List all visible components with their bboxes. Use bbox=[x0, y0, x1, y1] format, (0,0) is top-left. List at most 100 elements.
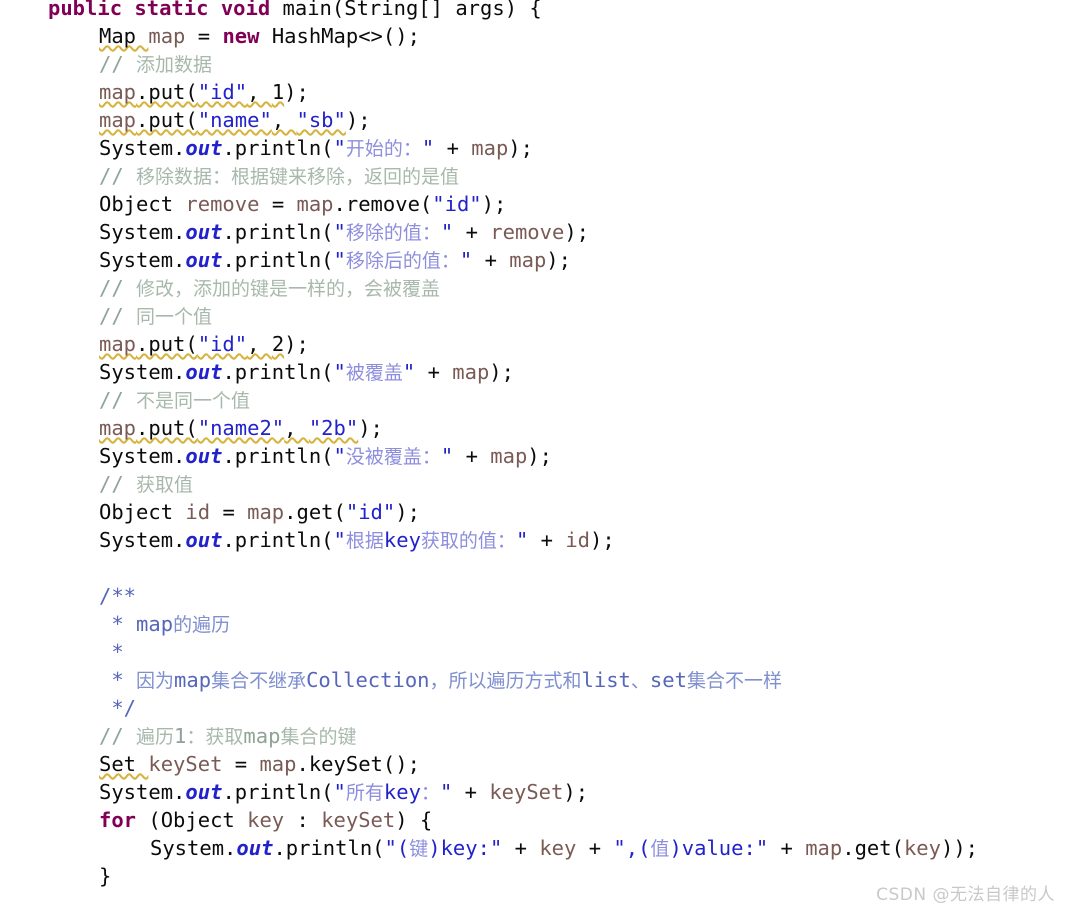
code-editor-viewport[interactable]: public static void main(String[] args) {… bbox=[0, 0, 1069, 913]
code-token-str: " bbox=[333, 780, 346, 804]
code-token-plain: + bbox=[465, 220, 491, 244]
code-line[interactable]: */ bbox=[0, 694, 1069, 722]
code-line[interactable]: // 同一个值 bbox=[0, 302, 1069, 330]
code-line[interactable]: * 因为map集合不继承Collection，所以遍历方式和list、set集合… bbox=[0, 666, 1069, 694]
code-token-fld: out bbox=[236, 836, 274, 860]
code-token-var: keySet bbox=[321, 808, 396, 832]
code-token-cmt: map bbox=[243, 724, 281, 748]
code-token-cmt: // bbox=[99, 52, 137, 76]
code-line[interactable]: * bbox=[0, 638, 1069, 666]
code-token-str: "2b" bbox=[308, 416, 359, 440]
code-token-var: map bbox=[509, 248, 547, 272]
code-token-plain: : bbox=[296, 808, 322, 832]
code-token-var: map bbox=[452, 360, 490, 384]
code-token-doc: * bbox=[99, 640, 124, 664]
code-token-cmt: // bbox=[99, 724, 137, 748]
code-token-plain: ); bbox=[395, 500, 420, 524]
code-token-str: "id" bbox=[197, 332, 248, 356]
code-token-plain: .println( bbox=[222, 780, 334, 804]
code-line[interactable]: // 添加数据 bbox=[0, 50, 1069, 78]
code-line[interactable]: System.out.println("开始的：" + map); bbox=[0, 134, 1069, 162]
code-token-plain: + bbox=[768, 836, 806, 860]
code-token-str-cjk: 没被覆盖： bbox=[345, 446, 441, 468]
code-line[interactable]: System.out.println("所有key：" + keySet); bbox=[0, 778, 1069, 806]
code-token-plain: .println( bbox=[222, 528, 334, 552]
code-token-cmt-cjk: 同一个值 bbox=[136, 306, 213, 328]
code-token-plain: ); bbox=[527, 444, 552, 468]
code-token-plain: + bbox=[446, 136, 472, 160]
code-line[interactable]: for (Object key : keySet) { bbox=[0, 806, 1069, 834]
code-token-plain: , bbox=[284, 416, 309, 440]
code-line[interactable]: System.out.println("根据key获取的值：" + id); bbox=[0, 526, 1069, 554]
code-token-cmt-cjk: 不是同一个值 bbox=[136, 390, 251, 412]
code-token-plain: .put( bbox=[136, 332, 198, 356]
code-line[interactable]: System.out.println("移除后的值：" + map); bbox=[0, 246, 1069, 274]
code-line[interactable]: // 遍历1：获取map集合的键 bbox=[0, 722, 1069, 750]
code-line[interactable]: Set keySet = map.keySet(); bbox=[0, 750, 1069, 778]
code-token-str-cjk: 所有 bbox=[345, 782, 384, 804]
code-token-cmt-cjk: 集合的键 bbox=[280, 726, 357, 748]
code-token-cmt: // bbox=[99, 304, 137, 328]
code-token-plain: ); bbox=[284, 332, 309, 356]
code-token-plain: ); bbox=[345, 108, 371, 132]
code-line[interactable]: Map map = new HashMap<>(); bbox=[0, 22, 1069, 50]
code-token-str: " bbox=[459, 248, 485, 272]
code-line[interactable]: System.out.println("(键)key:" + key + ",(… bbox=[0, 834, 1069, 862]
code-line[interactable]: System.out.println("没被覆盖：" + map); bbox=[0, 442, 1069, 470]
code-token-doc-cjk: ，所以遍历方式和 bbox=[429, 670, 582, 692]
code-token-num: 2 bbox=[271, 332, 285, 356]
code-line[interactable]: public static void main(String[] args) { bbox=[0, 0, 1069, 22]
code-token-var: key bbox=[903, 836, 941, 860]
code-token-plain: ); bbox=[508, 136, 533, 160]
code-token-doc: /** bbox=[99, 584, 137, 608]
code-token-doc: Collection bbox=[306, 668, 430, 692]
code-token-plain: Set bbox=[99, 752, 149, 776]
code-token-str: "id" bbox=[197, 80, 248, 104]
code-token-plain: = bbox=[222, 500, 248, 524]
code-line[interactable]: Object remove = map.remove("id"); bbox=[0, 190, 1069, 218]
code-line[interactable]: map.put("name", "sb"); bbox=[0, 106, 1069, 134]
code-token-plain: .println( bbox=[222, 248, 334, 272]
code-token-plain: = bbox=[197, 24, 223, 48]
code-token-fld: out bbox=[185, 780, 223, 804]
code-token-var: map bbox=[148, 24, 198, 48]
code-token-str: " bbox=[333, 220, 346, 244]
code-line[interactable]: // 不是同一个值 bbox=[0, 386, 1069, 414]
code-token-doc: */ bbox=[99, 696, 137, 720]
code-line[interactable]: // 修改，添加的键是一样的，会被覆盖 bbox=[0, 274, 1069, 302]
code-token-plain: .keySet(); bbox=[296, 752, 420, 776]
code-token-cmt-cjk: ：获取 bbox=[186, 726, 244, 748]
code-token-str: " bbox=[333, 528, 346, 552]
code-line[interactable]: System.out.println("被覆盖" + map); bbox=[0, 358, 1069, 386]
code-token-doc: map bbox=[174, 668, 212, 692]
code-token-plain: )); bbox=[941, 836, 979, 860]
code-line[interactable]: map.put("name2", "2b"); bbox=[0, 414, 1069, 442]
code-line[interactable]: map.put("id", 1); bbox=[0, 78, 1069, 106]
code-line[interactable]: // 移除数据：根据键来移除，返回的是值 bbox=[0, 162, 1069, 190]
code-token-plain: = bbox=[271, 192, 297, 216]
code-token-str: " bbox=[402, 360, 428, 384]
code-token-plain: Map bbox=[99, 24, 149, 48]
code-token-plain: ); bbox=[489, 360, 514, 384]
code-token-var: keySet bbox=[489, 780, 564, 804]
code-token-str: "sb" bbox=[296, 108, 346, 132]
code-token-var: key bbox=[247, 808, 297, 832]
code-token-str-cjk: 获取的值： bbox=[420, 530, 516, 552]
code-line[interactable]: map.put("id", 2); bbox=[0, 330, 1069, 358]
code-token-doc-cjk: 集合不继承 bbox=[211, 670, 307, 692]
source-code-area[interactable]: public static void main(String[] args) {… bbox=[0, 0, 1069, 890]
code-token-doc: map bbox=[136, 612, 174, 636]
code-token-plain: .println( bbox=[222, 360, 334, 384]
code-line[interactable]: Object id = map.get("id"); bbox=[0, 498, 1069, 526]
code-token-plain: System. bbox=[99, 780, 186, 804]
code-line[interactable]: System.out.println("移除的值：" + remove); bbox=[0, 218, 1069, 246]
code-token-plain: System. bbox=[99, 360, 186, 384]
code-token-var: map bbox=[99, 416, 137, 440]
code-token-var: map bbox=[490, 444, 528, 468]
code-line[interactable]: * map的遍历 bbox=[0, 610, 1069, 638]
code-token-cmt-cjk: 移除数据：根据键来移除，返回的是值 bbox=[136, 166, 460, 188]
code-token-doc-cjk: 因为 bbox=[136, 670, 175, 692]
code-token-plain: = bbox=[234, 752, 260, 776]
code-line[interactable]: // 获取值 bbox=[0, 470, 1069, 498]
code-line[interactable]: /** bbox=[0, 582, 1069, 610]
